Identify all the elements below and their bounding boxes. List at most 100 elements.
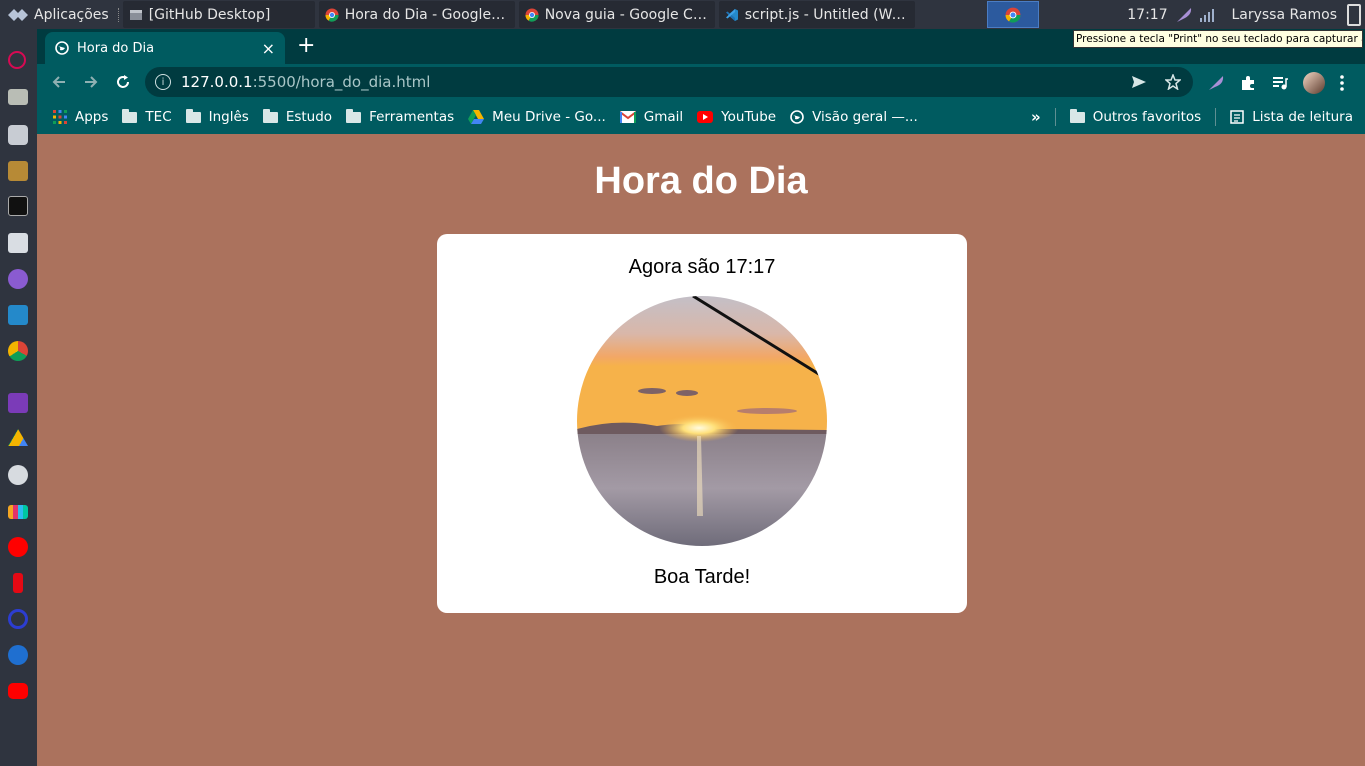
feather-extension-icon[interactable] <box>1207 74 1225 92</box>
bookmark-label: Gmail <box>643 109 684 125</box>
terminal-icon[interactable] <box>8 196 28 216</box>
system-tray <box>1175 7 1223 23</box>
star-bookmark-icon[interactable] <box>1165 74 1181 90</box>
user-name[interactable]: Laryssa Ramos <box>1223 7 1347 23</box>
print-tooltip: Pressione a tecla "Print" no seu teclado… <box>1073 30 1363 48</box>
bookmark-youtube[interactable]: YouTube <box>697 109 776 125</box>
bookmark-label: TEC <box>145 109 172 125</box>
current-time-message: Agora são 17:17 <box>628 256 776 278</box>
bookmark-label: YouTube <box>721 109 777 125</box>
site-info-icon[interactable]: i <box>155 74 171 90</box>
task-label: Nova guia - Google Chr... <box>544 6 709 23</box>
back-button[interactable] <box>43 74 75 90</box>
arrow-left-icon <box>52 76 65 88</box>
bookmark-label: Estudo <box>285 109 333 125</box>
bookmark-visao-geral[interactable]: Visão geral —... <box>790 109 918 125</box>
bookmark-label: Apps <box>75 109 109 125</box>
edge-icon[interactable] <box>8 609 28 629</box>
bookmark-folder-ferramentas[interactable]: Ferramentas <box>346 108 455 125</box>
chrome-icon <box>525 8 539 22</box>
task-vscode[interactable]: script.js - Untitled (Wor... <box>718 1 915 28</box>
task-chrome-nova-guia[interactable]: Nova guia - Google Chr... <box>518 1 715 28</box>
google-drive-icon <box>468 110 485 124</box>
vscode-icon <box>725 8 738 21</box>
bookmark-apps[interactable]: Apps <box>53 109 108 125</box>
media-queue-icon[interactable] <box>1271 74 1289 92</box>
apps-grid-icon <box>53 110 67 124</box>
bookmark-label: Visão geral —... <box>812 109 918 125</box>
url-path: :5500/hora_do_dia.html <box>252 73 431 91</box>
bookmarks-divider <box>1215 108 1217 126</box>
bookmark-label: Ferramentas <box>369 109 455 125</box>
arrow-right-icon <box>85 76 98 88</box>
sunset-photo-icon <box>577 296 827 546</box>
reload-button[interactable] <box>107 74 139 90</box>
gmail-icon <box>619 111 636 123</box>
left-dock <box>0 29 37 766</box>
bookmark-gmail[interactable]: Gmail <box>619 109 684 125</box>
globe-icon <box>790 110 804 124</box>
task-label: [GitHub Desktop] <box>148 6 271 23</box>
task-github-desktop[interactable]: [GitHub Desktop] <box>122 1 315 28</box>
applications-label: Aplicações <box>34 6 109 23</box>
chrome-icon <box>1006 7 1021 23</box>
bookmark-outros-favoritos[interactable]: Outros favoritos <box>1069 108 1202 125</box>
bookmark-folder-ingles[interactable]: Inglês <box>185 108 249 125</box>
bookmark-meu-drive[interactable]: Meu Drive - Go... <box>468 109 606 125</box>
media-player-icon[interactable] <box>8 645 28 665</box>
address-bar[interactable]: i 127.0.0.1:5500/hora_do_dia.html <box>145 67 1193 97</box>
url-host: 127.0.0.1 <box>181 73 253 91</box>
bookmark-folder-tec[interactable]: TEC <box>122 108 172 125</box>
onenote-icon[interactable] <box>8 393 28 413</box>
disk-tool-icon[interactable] <box>8 465 28 485</box>
tab-title: Hora do Dia <box>77 40 155 56</box>
chrome-toolbar: i 127.0.0.1:5500/hora_do_dia.html <box>37 64 1365 100</box>
panel-clock[interactable]: 17:17 <box>1119 7 1175 23</box>
more-bookmarks-chevron-icon[interactable]: » <box>1031 108 1041 126</box>
window-icon <box>129 9 142 20</box>
youtube-icon[interactable] <box>8 683 28 699</box>
bookmark-label: Inglês <box>208 109 249 125</box>
drive-disk-icon[interactable] <box>8 89 28 105</box>
applications-menu[interactable]: Aplicações <box>0 0 115 29</box>
send-icon[interactable] <box>1131 74 1147 90</box>
deezer-icon[interactable] <box>8 505 28 519</box>
menu-kebab-icon[interactable] <box>1339 74 1345 92</box>
new-tab-button[interactable]: + <box>297 35 315 57</box>
reading-list-icon <box>1230 110 1244 124</box>
bookmark-label: Outros favoritos <box>1092 109 1202 125</box>
vscode-icon[interactable] <box>8 305 28 325</box>
reload-icon <box>117 75 129 88</box>
bookmark-folder-estudo[interactable]: Estudo <box>262 108 333 125</box>
github-icon[interactable] <box>8 269 28 289</box>
archive-icon[interactable] <box>8 161 28 181</box>
debian-icon[interactable] <box>8 51 26 69</box>
folder-icon <box>1069 108 1085 123</box>
youtube-music-icon[interactable] <box>8 537 28 557</box>
xfce-mouse-icon <box>8 8 28 21</box>
time-card: Agora são 17:17 Boa Tarde! <box>437 234 967 613</box>
google-drive-icon[interactable] <box>8 429 28 446</box>
workspace-chrome-button[interactable] <box>987 1 1040 28</box>
extensions-puzzle-icon[interactable] <box>1239 74 1257 92</box>
battery-icon[interactable] <box>1347 3 1361 26</box>
globe-icon <box>55 41 69 55</box>
chrome-icon[interactable] <box>8 341 28 361</box>
forward-button[interactable] <box>75 74 107 90</box>
folder-icon <box>185 108 201 123</box>
bookmark-label: Meu Drive - Go... <box>492 109 606 125</box>
tab-hora-do-dia[interactable]: Hora do Dia × <box>45 32 285 64</box>
search-files-icon[interactable] <box>8 233 28 253</box>
sunset-image <box>577 296 827 546</box>
feather-icon[interactable] <box>1175 7 1193 23</box>
settings-icon[interactable] <box>8 125 28 145</box>
reading-list-button[interactable]: Lista de leitura <box>1230 109 1353 125</box>
task-chrome-hora-do-dia[interactable]: Hora do Dia - Google C... <box>318 1 515 28</box>
network-signal-icon[interactable] <box>1199 7 1215 23</box>
netflix-icon[interactable] <box>13 573 23 593</box>
task-label: Hora do Dia - Google C... <box>344 6 509 23</box>
close-tab-icon[interactable]: × <box>262 39 275 58</box>
profile-avatar[interactable] <box>1303 72 1325 94</box>
folder-icon <box>122 108 138 123</box>
bookmarks-bar: Apps TEC Inglês Estudo Ferramentas Meu D… <box>37 100 1365 134</box>
